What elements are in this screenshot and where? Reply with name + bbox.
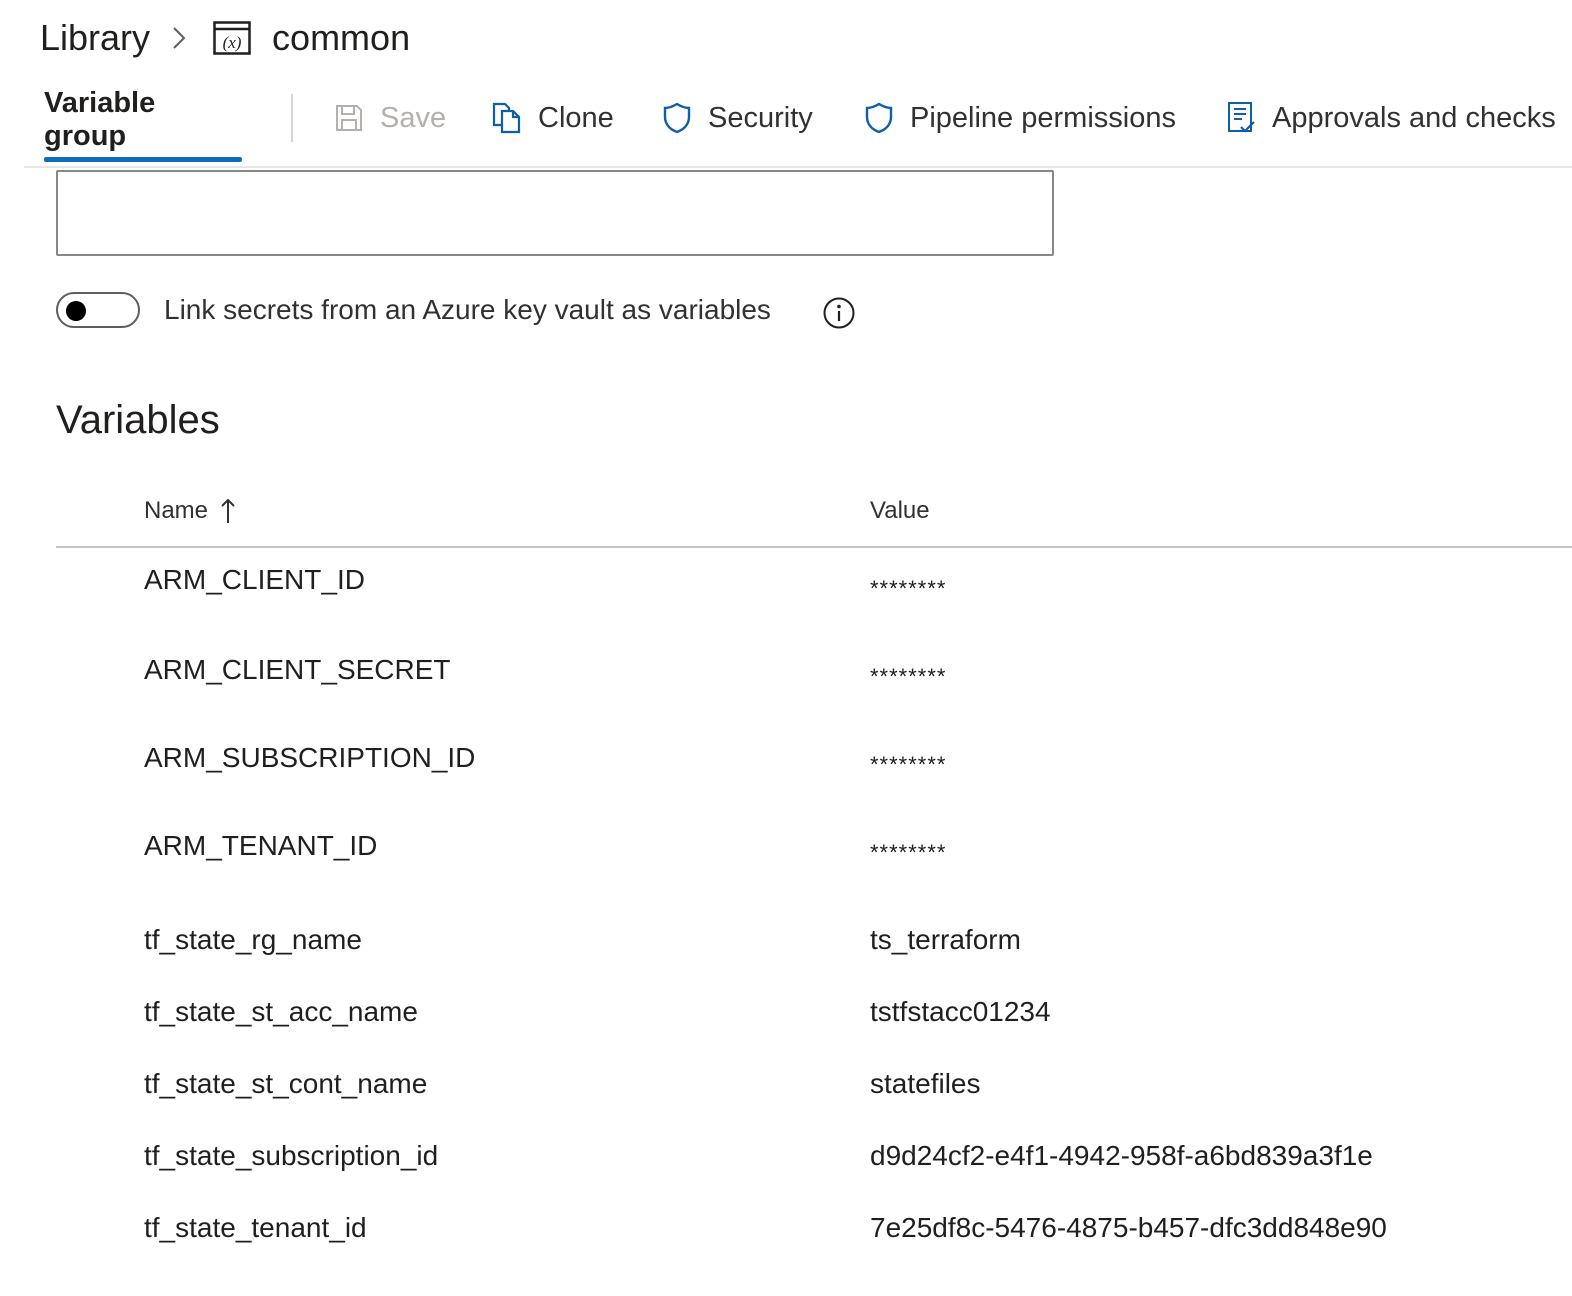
approvals-and-checks-button[interactable]: Approvals and checks [1224,78,1556,158]
table-row[interactable]: ARM_CLIENT_SECRET ******** [56,636,1572,724]
table-row[interactable]: ARM_TENANT_ID ******** [56,812,1572,900]
table-row[interactable]: ARM_CLIENT_ID ******** [56,548,1572,636]
info-icon[interactable] [822,296,856,330]
clone-icon [490,101,524,135]
clone-button-label: Clone [538,101,614,134]
toolbar-divider [291,94,293,142]
approvals-and-checks-button-label: Approvals and checks [1272,101,1556,134]
column-header-name-label: Name [144,497,209,524]
variable-value: tstfstacc01234 [870,996,1051,1027]
keyvault-toggle[interactable] [56,292,140,328]
svg-text:(x): (x) [223,33,242,52]
variable-name: tf_state_tenant_id [144,1212,367,1243]
variable-value: ******** [870,576,947,601]
save-button[interactable]: Save [332,78,446,158]
breadcrumb-library-link[interactable]: Library [40,17,150,59]
variable-value: ******** [870,752,947,777]
variable-name: ARM_CLIENT_ID [144,564,365,595]
sort-ascending-icon [218,497,238,525]
save-icon [332,101,366,135]
description-field[interactable] [56,170,1054,256]
table-header: Name Value [56,476,1572,548]
table-row[interactable]: tf_state_st_acc_name tstfstacc01234 [56,978,1572,1050]
variable-name: tf_state_subscription_id [144,1140,439,1171]
variable-value: d9d24cf2-e4f1-4942-958f-a6bd839a3f1e [870,1140,1373,1171]
chevron-right-icon [164,14,194,62]
pipeline-permissions-button-label: Pipeline permissions [910,101,1176,134]
variable-value: statefiles [870,1068,981,1099]
table-row[interactable]: tf_state_st_cont_name statefiles [56,1050,1572,1122]
variable-group-icon: (x) [212,18,252,58]
column-header-name[interactable]: Name [144,476,238,546]
variable-name: tf_state_st_acc_name [144,996,418,1027]
save-button-label: Save [380,101,447,134]
variables-table: Name Value ARM_CLIENT_ID ******** ARM_CL… [56,476,1572,1266]
table-row[interactable]: ARM_SUBSCRIPTION_ID ******** [56,724,1572,812]
pipeline-permissions-button[interactable]: Pipeline permissions [862,78,1176,158]
variable-name: tf_state_st_cont_name [144,1068,428,1099]
variable-value: 7e25df8c-5476-4875-b457-dfc3dd848e90 [870,1212,1387,1243]
variable-value: ******** [870,664,947,689]
breadcrumb: Library (x) common [40,14,410,62]
keyvault-toggle-label: Link secrets from an Azure key vault as … [164,294,771,325]
security-button[interactable]: Security [660,78,813,158]
variables-heading: Variables [56,398,220,442]
toggle-knob [66,301,86,321]
variable-name: tf_state_rg_name [144,924,362,955]
table-row[interactable]: tf_state_rg_name ts_terraform [56,906,1572,978]
clone-button[interactable]: Clone [490,78,614,158]
table-row[interactable]: tf_state_tenant_id 7e25df8c-5476-4875-b4… [56,1194,1572,1266]
variable-value: ts_terraform [870,924,1021,955]
variable-value: ******** [870,840,947,865]
variable-name: ARM_CLIENT_SECRET [144,654,451,685]
breadcrumb-group-name: common [272,17,411,58]
checklist-icon [1224,101,1258,135]
tab-active-indicator [44,157,242,162]
tab-variable-group[interactable]: Variable group [44,78,242,162]
toolbar: Variable group Save Clone Security Pipel… [24,78,1572,168]
security-button-label: Security [708,101,813,134]
shield-icon [862,101,896,135]
variable-name: ARM_TENANT_ID [144,830,378,861]
shield-icon [660,101,694,135]
variable-name: ARM_SUBSCRIPTION_ID [144,742,476,773]
table-row[interactable]: tf_state_subscription_id d9d24cf2-e4f1-4… [56,1122,1572,1194]
column-header-value: Value [870,497,930,524]
tab-variable-group-label: Variable group [44,87,156,152]
description-input[interactable] [58,172,1052,254]
